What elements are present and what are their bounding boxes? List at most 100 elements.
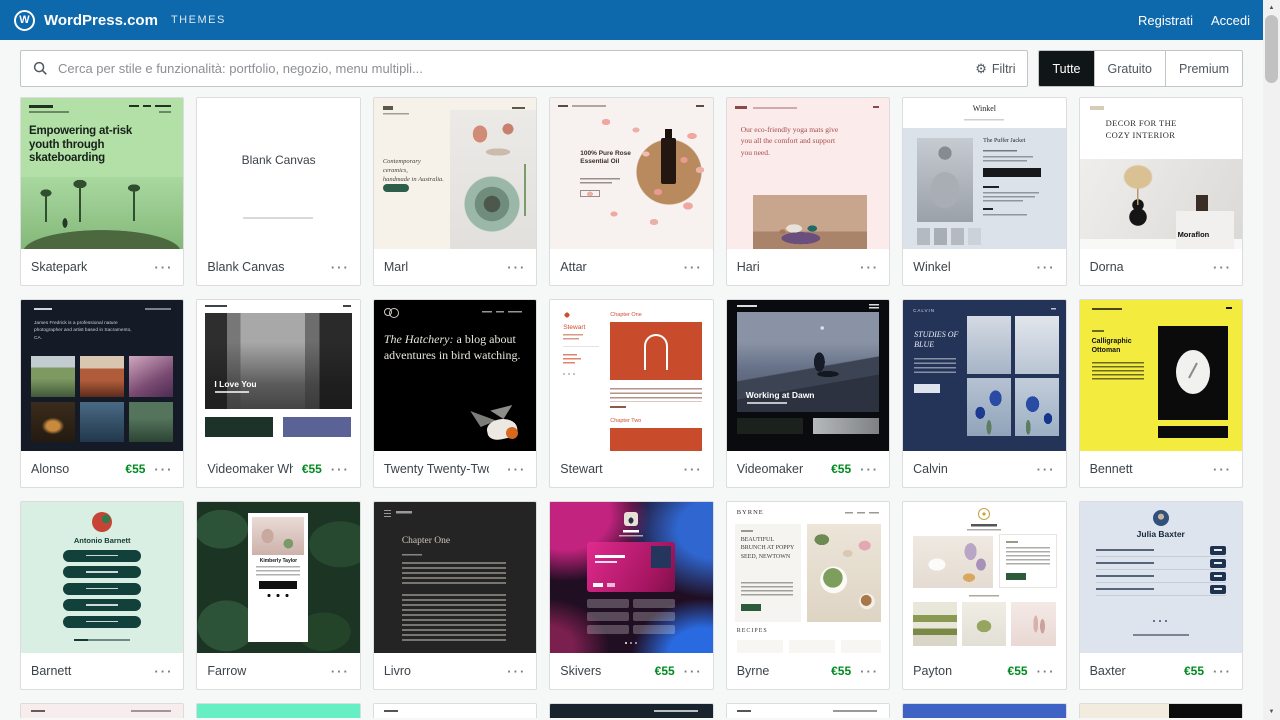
tagline-line2: handmade in Australia. <box>383 176 444 183</box>
theme-card-payton[interactable]: Payton €55 ··· <box>902 501 1066 690</box>
theme-options-button[interactable]: ··· <box>331 261 350 274</box>
brand-title[interactable]: WordPress.com <box>44 12 158 29</box>
scroll-up-arrow[interactable]: ▲ <box>1263 3 1280 13</box>
wordpress-logo-icon[interactable]: W <box>14 10 35 31</box>
top-bar: W WordPress.com THEMES Registrati Accedi <box>0 0 1280 40</box>
link-button <box>587 612 629 621</box>
theme-card-partial[interactable] <box>20 703 184 718</box>
theme-card-videomaker-white[interactable]: I Love You Videomaker White €55 ··· <box>196 299 360 488</box>
theme-options-button[interactable]: ··· <box>1037 665 1056 678</box>
theme-thumbnail <box>903 502 1065 653</box>
theme-options-button[interactable]: ··· <box>154 665 173 678</box>
theme-name: Attar <box>560 260 665 274</box>
theme-options-button[interactable]: ··· <box>331 665 350 678</box>
theme-price: €55 <box>302 462 322 476</box>
preview-headline: Our eco-friendly yoga mats give you all … <box>741 124 843 158</box>
theme-card-partial[interactable] <box>196 703 360 718</box>
preview-photo-row <box>913 602 1055 646</box>
preview-headline: BEAUTIFUL BRUNCH AT POPPY SEED, NEWTOWN <box>741 536 795 561</box>
theme-options-button[interactable]: ··· <box>507 463 526 476</box>
preview-profile-card: Kimberly Taylor <box>248 513 308 642</box>
preview-person-name: Julia Baxter <box>1080 529 1242 539</box>
theme-card-partial[interactable] <box>726 703 890 718</box>
theme-card-videomaker[interactable]: Working at Dawn Videomaker €55 ··· <box>726 299 890 488</box>
theme-card-dorna[interactable]: DECOR FOR THE COZY INTERIOR Moraflon Dor… <box>1079 97 1243 286</box>
theme-name: Byrne <box>737 664 822 678</box>
theme-options-button[interactable]: ··· <box>860 665 879 678</box>
theme-options-button[interactable]: ··· <box>1037 261 1056 274</box>
theme-options-button[interactable]: ··· <box>684 665 703 678</box>
theme-price: €55 <box>831 462 851 476</box>
photo-tile <box>1011 602 1055 646</box>
theme-options-button[interactable]: ··· <box>331 463 350 476</box>
row-button <box>1210 585 1226 594</box>
theme-card-hari[interactable]: Our eco-friendly yoga mats give you all … <box>726 97 890 286</box>
theme-options-button[interactable]: ··· <box>1213 463 1232 476</box>
photo-tile <box>80 402 124 443</box>
theme-card-footer: Byrne €55 ··· <box>727 653 889 689</box>
theme-card-twenty-twenty-two[interactable]: The Hatchery: a blog about adventures in… <box>373 299 537 488</box>
theme-card-stewart[interactable]: Stewart Chapter One Chapter Two Stewart … <box>549 299 713 488</box>
theme-card-partial[interactable] <box>549 703 713 718</box>
theme-card-baxter[interactable]: Julia Baxter Baxter €55 ··· <box>1079 501 1243 690</box>
theme-options-button[interactable]: ··· <box>507 665 526 678</box>
art-tile <box>967 378 1011 436</box>
theme-options-button[interactable]: ··· <box>154 261 173 274</box>
scroll-down-arrow[interactable]: ▼ <box>1263 707 1280 717</box>
theme-thumbnail: Contemporary ceramics, handmade in Austr… <box>374 98 536 249</box>
theme-options-button[interactable]: ··· <box>684 463 703 476</box>
theme-card-winkel[interactable]: Winkel The Puffer Jacket Winkel ··· <box>902 97 1066 286</box>
search-input[interactable] <box>58 61 965 76</box>
tab-tutte[interactable]: Tutte <box>1039 51 1093 86</box>
theme-options-button[interactable]: ··· <box>507 261 526 274</box>
headline-line2: Ottoman <box>1092 347 1121 354</box>
theme-card-bennett[interactable]: Calligraphic Ottoman Bennett ··· <box>1079 299 1243 488</box>
theme-card-marl[interactable]: Contemporary ceramics, handmade in Austr… <box>373 97 537 286</box>
theme-card-partial[interactable] <box>373 703 537 718</box>
theme-card-calvin[interactable]: CALVIN STUDIES OF BLUE Calvin ··· <box>902 299 1066 488</box>
theme-card-skivers[interactable]: Skivers €55 ··· <box>549 501 713 690</box>
preview-video-card <box>587 542 675 592</box>
theme-card-footer: Dorna ··· <box>1080 249 1242 285</box>
preview-header: Winkel <box>903 98 1065 128</box>
theme-card-farrow[interactable]: Kimberly Taylor Farrow ··· <box>196 501 360 690</box>
tab-premium[interactable]: Premium <box>1165 51 1242 86</box>
header-nav: Registrati Accedi <box>1138 13 1250 28</box>
theme-options-button[interactable]: ··· <box>860 463 879 476</box>
theme-card-livro[interactable]: Chapter One Livro ··· <box>373 501 537 690</box>
bird-breast <box>506 427 518 439</box>
scrollbar-thumb[interactable] <box>1265 15 1278 83</box>
headline-line2: BLUE <box>914 340 934 349</box>
preview-person-name: Antonio Barnett <box>21 536 183 545</box>
tab-gratuito[interactable]: Gratuito <box>1094 51 1165 86</box>
link-row <box>1096 544 1226 557</box>
register-link[interactable]: Registrati <box>1138 13 1193 28</box>
theme-options-button[interactable]: ··· <box>1037 463 1056 476</box>
theme-card-blank-canvas[interactable]: Blank Canvas Blank Canvas ··· <box>196 97 360 286</box>
theme-options-button[interactable]: ··· <box>684 261 703 274</box>
filters-button[interactable]: ⚙ Filtri <box>975 62 1015 76</box>
theme-card-alonso[interactable]: James Fredrick is a professional nature … <box>20 299 184 488</box>
theme-card-barnett[interactable]: Antonio Barnett Barnett ··· <box>20 501 184 690</box>
login-link[interactable]: Accedi <box>1211 13 1250 28</box>
theme-options-button[interactable]: ··· <box>1213 261 1232 274</box>
theme-options-button[interactable]: ··· <box>154 463 173 476</box>
skeleton-text <box>1096 561 1204 565</box>
link-row <box>1096 557 1226 570</box>
filter-tabs: Tutte Gratuito Premium <box>1038 50 1243 87</box>
theme-price: €55 <box>1184 664 1204 678</box>
preview-photo-grid <box>31 356 173 442</box>
theme-card-partial[interactable] <box>1079 703 1243 718</box>
theme-card-attar[interactable]: 100% Pure Rose Essential Oil Attar ··· <box>549 97 713 286</box>
theme-price: €55 <box>831 664 851 678</box>
theme-card-partial[interactable] <box>902 703 1066 718</box>
theme-options-button[interactable]: ··· <box>860 261 879 274</box>
theme-card-skatepark[interactable]: Empowering at-risk youth through skatebo… <box>20 97 184 286</box>
photo-tile <box>913 602 957 646</box>
preview-title: Blank Canvas <box>197 153 359 167</box>
preview-photo <box>913 536 993 588</box>
scrollbar[interactable]: ▲ ▼ <box>1263 0 1280 720</box>
theme-card-byrne[interactable]: BYRNE BEAUTIFUL BRUNCH AT POPPY SEED, NE… <box>726 501 890 690</box>
theme-options-button[interactable]: ··· <box>1213 665 1232 678</box>
theme-thumbnail: Working at Dawn <box>727 300 889 451</box>
